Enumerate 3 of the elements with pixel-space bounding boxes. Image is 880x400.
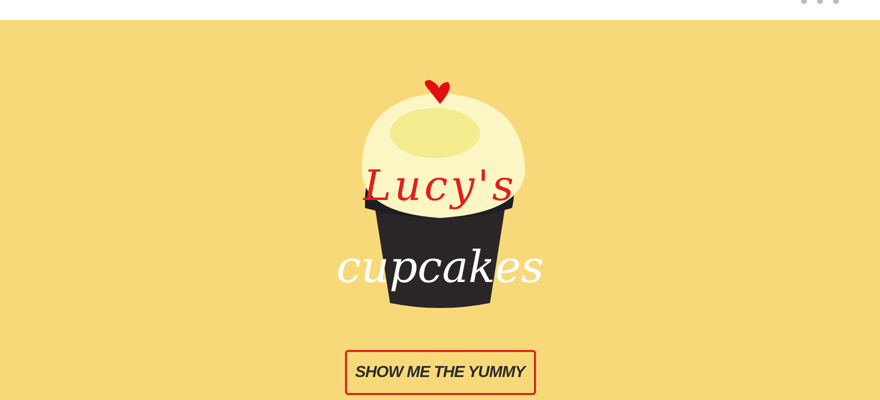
show-me-button[interactable]: SHOW ME THE YUMMY: [344, 350, 536, 395]
logo-script-text: Lucy's: [362, 160, 518, 212]
more-icon[interactable]: [800, 0, 840, 6]
